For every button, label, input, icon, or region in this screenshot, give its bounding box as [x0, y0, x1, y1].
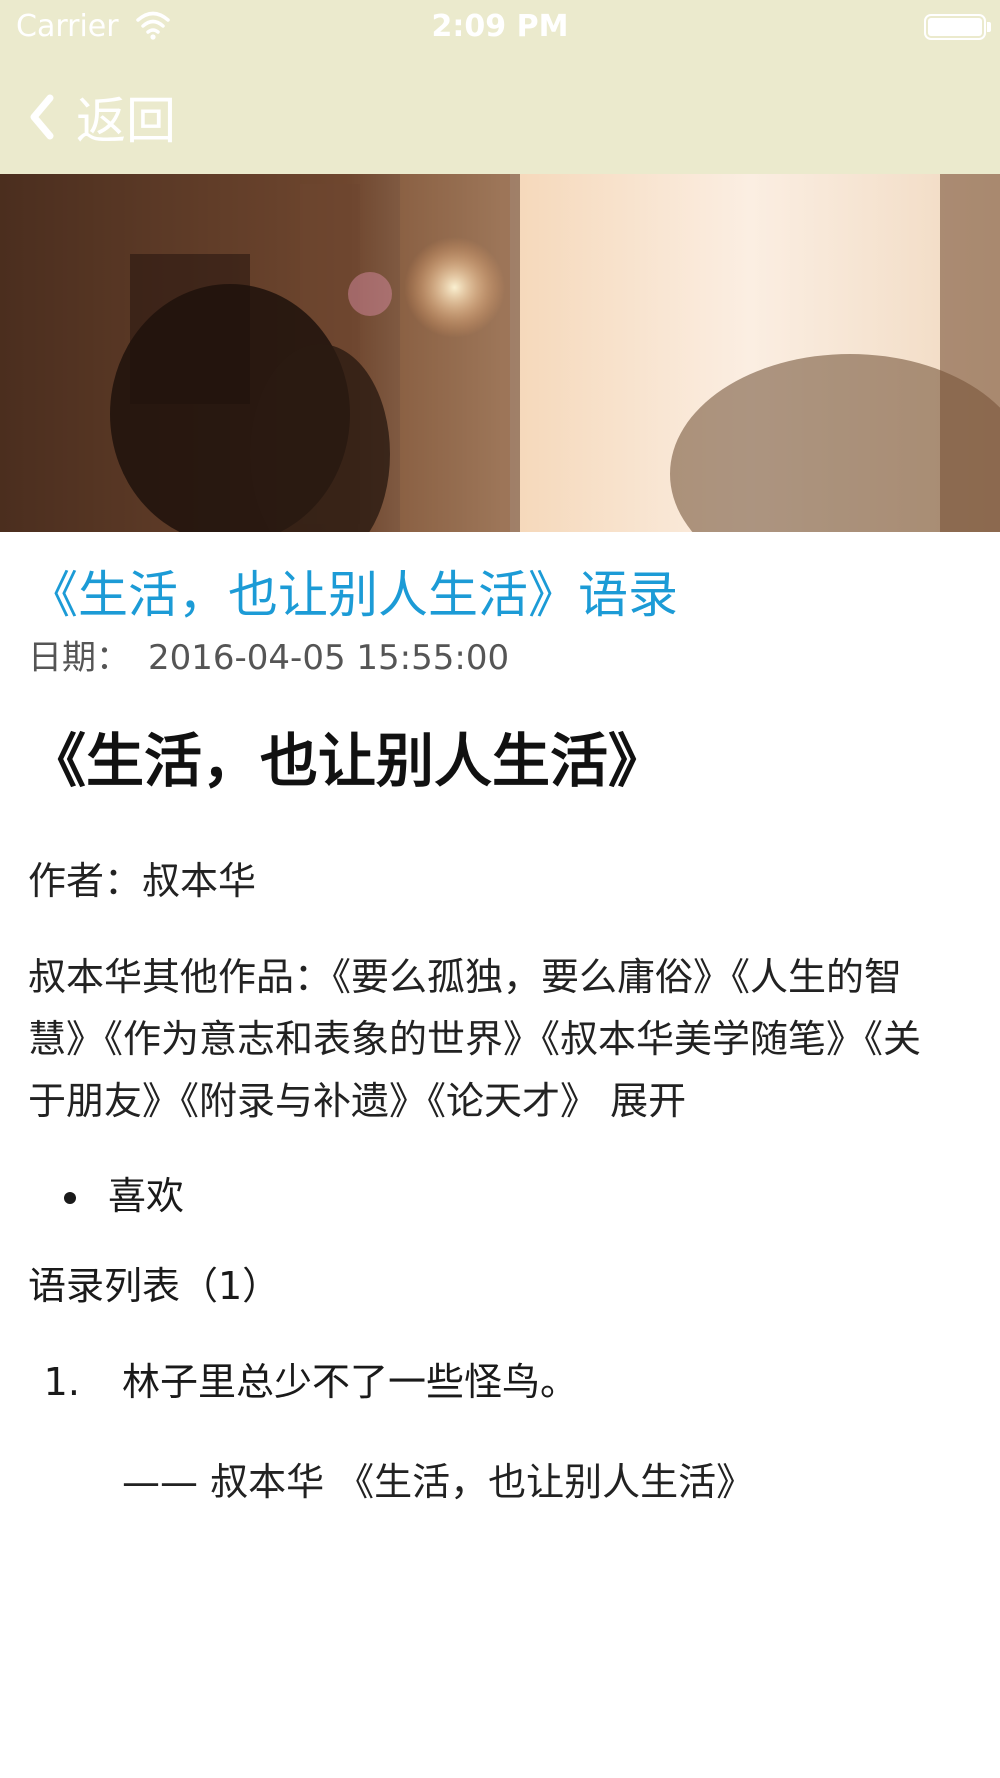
- back-label: 返回: [76, 92, 176, 150]
- battery-icon: [924, 14, 991, 40]
- quote-list-heading: 语录列表（1）: [28, 1264, 281, 1308]
- quote-list: 林子里总少不了一些怪鸟。 —— 叔本华 《生活，也让别人生活》: [28, 1352, 948, 1512]
- article-title[interactable]: 《生活，也让别人生活》语录: [28, 560, 948, 630]
- battery-fill: [928, 18, 982, 36]
- other-works-text: 叔本华其他作品：《要么孤独，要么庸俗》《人生的智慧》《作为意志和表象的世界》《叔…: [28, 955, 922, 1123]
- quote-source: —— 叔本华 《生活，也让别人生活》: [122, 1460, 755, 1504]
- status-bar: Carrier 2:09 PM: [0, 0, 1000, 56]
- list-item: 林子里总少不了一些怪鸟。 —— 叔本华 《生活，也让别人生活》: [92, 1352, 948, 1512]
- date-value: 2016-04-05 15:55:00: [148, 638, 510, 678]
- other-works: 叔本华其他作品：《要么孤独，要么庸俗》《人生的智慧》《作为意志和表象的世界》《叔…: [28, 946, 948, 1132]
- status-time: 2:09 PM: [431, 9, 569, 44]
- like-button[interactable]: 喜欢: [94, 1166, 948, 1226]
- street-photo: [0, 174, 1000, 532]
- author-line: 作者：叔本华: [28, 859, 257, 903]
- chevron-left-icon: [30, 94, 54, 140]
- top-bar: Carrier 2:09 PM 返回: [0, 0, 1000, 174]
- article-content: 《生活，也让别人生活》语录 日期： 2016-04-05 15:55:00 《生活…: [28, 560, 948, 1512]
- hero-image: [0, 174, 1000, 532]
- like-list: 喜欢: [28, 1166, 948, 1226]
- expand-link[interactable]: 展开: [610, 1079, 686, 1123]
- article-heading: 《生活，也让别人生活》: [28, 727, 667, 795]
- date-label: 日期：: [28, 638, 130, 678]
- back-button[interactable]: 返回: [26, 80, 176, 154]
- date-row: 日期： 2016-04-05 15:55:00: [28, 634, 948, 682]
- quote-text: 林子里总少不了一些怪鸟。: [122, 1360, 579, 1404]
